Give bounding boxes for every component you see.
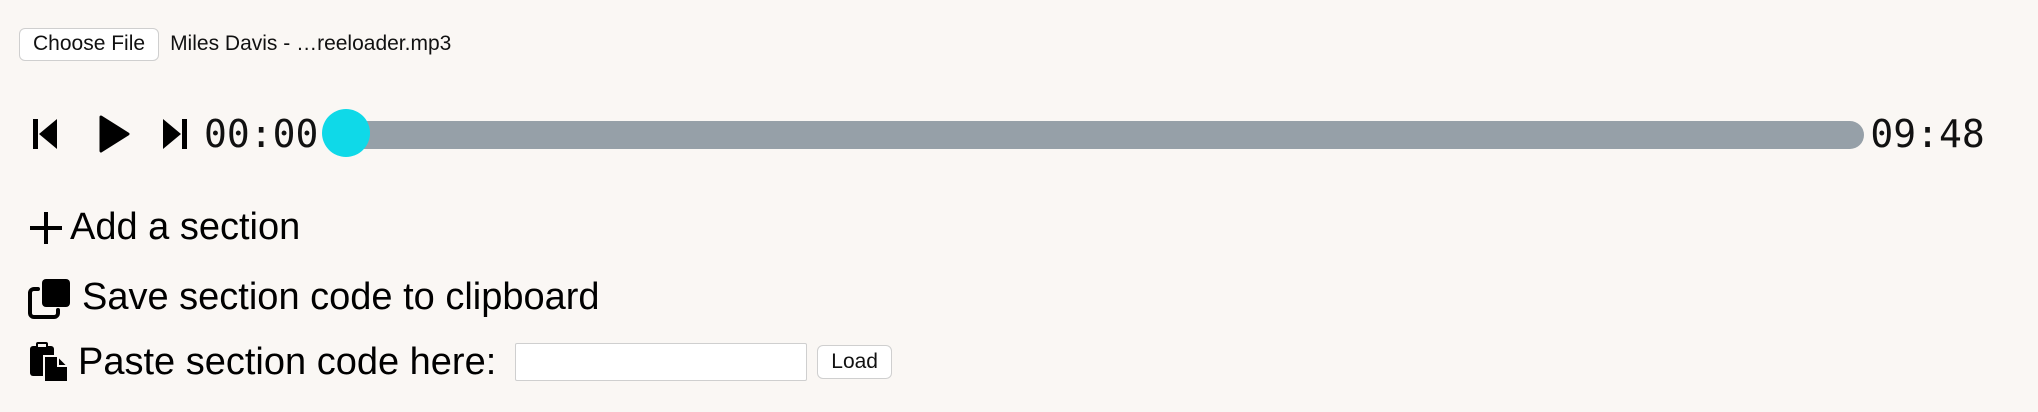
audio-player: 00:00 09:48 [28,108,2018,160]
paste-icon [28,340,70,384]
play-icon [98,115,130,153]
paste-section-label: Paste section code here: [78,340,497,383]
skip-next-button[interactable] [158,117,192,151]
skip-next-icon [161,117,189,151]
save-section-label: Save section code to clipboard [82,276,600,318]
file-input-row: Choose File Miles Davis - …reeloader.mp3 [19,27,451,61]
load-button[interactable]: Load [817,345,892,379]
seek-thumb[interactable] [322,109,371,157]
add-section-label: Add a section [70,206,301,248]
skip-previous-button[interactable] [28,117,62,151]
plus-icon [28,210,64,246]
seek-track[interactable] [346,121,1865,149]
choose-file-button[interactable]: Choose File [19,27,160,61]
seek-slider[interactable] [322,108,1870,160]
selected-file-name: Miles Davis - …reeloader.mp3 [170,32,452,55]
total-time: 09:48 [1870,112,1985,156]
add-section-button[interactable]: Add a section [28,206,300,249]
save-section-button[interactable]: Save section code to clipboard [28,276,600,319]
play-button[interactable] [90,115,138,153]
skip-previous-icon [31,117,59,151]
current-time: 00:00 [204,112,319,156]
paste-section-row: Paste section code here: Load [28,340,892,384]
copy-icon [28,277,72,319]
section-code-input[interactable] [515,343,808,381]
